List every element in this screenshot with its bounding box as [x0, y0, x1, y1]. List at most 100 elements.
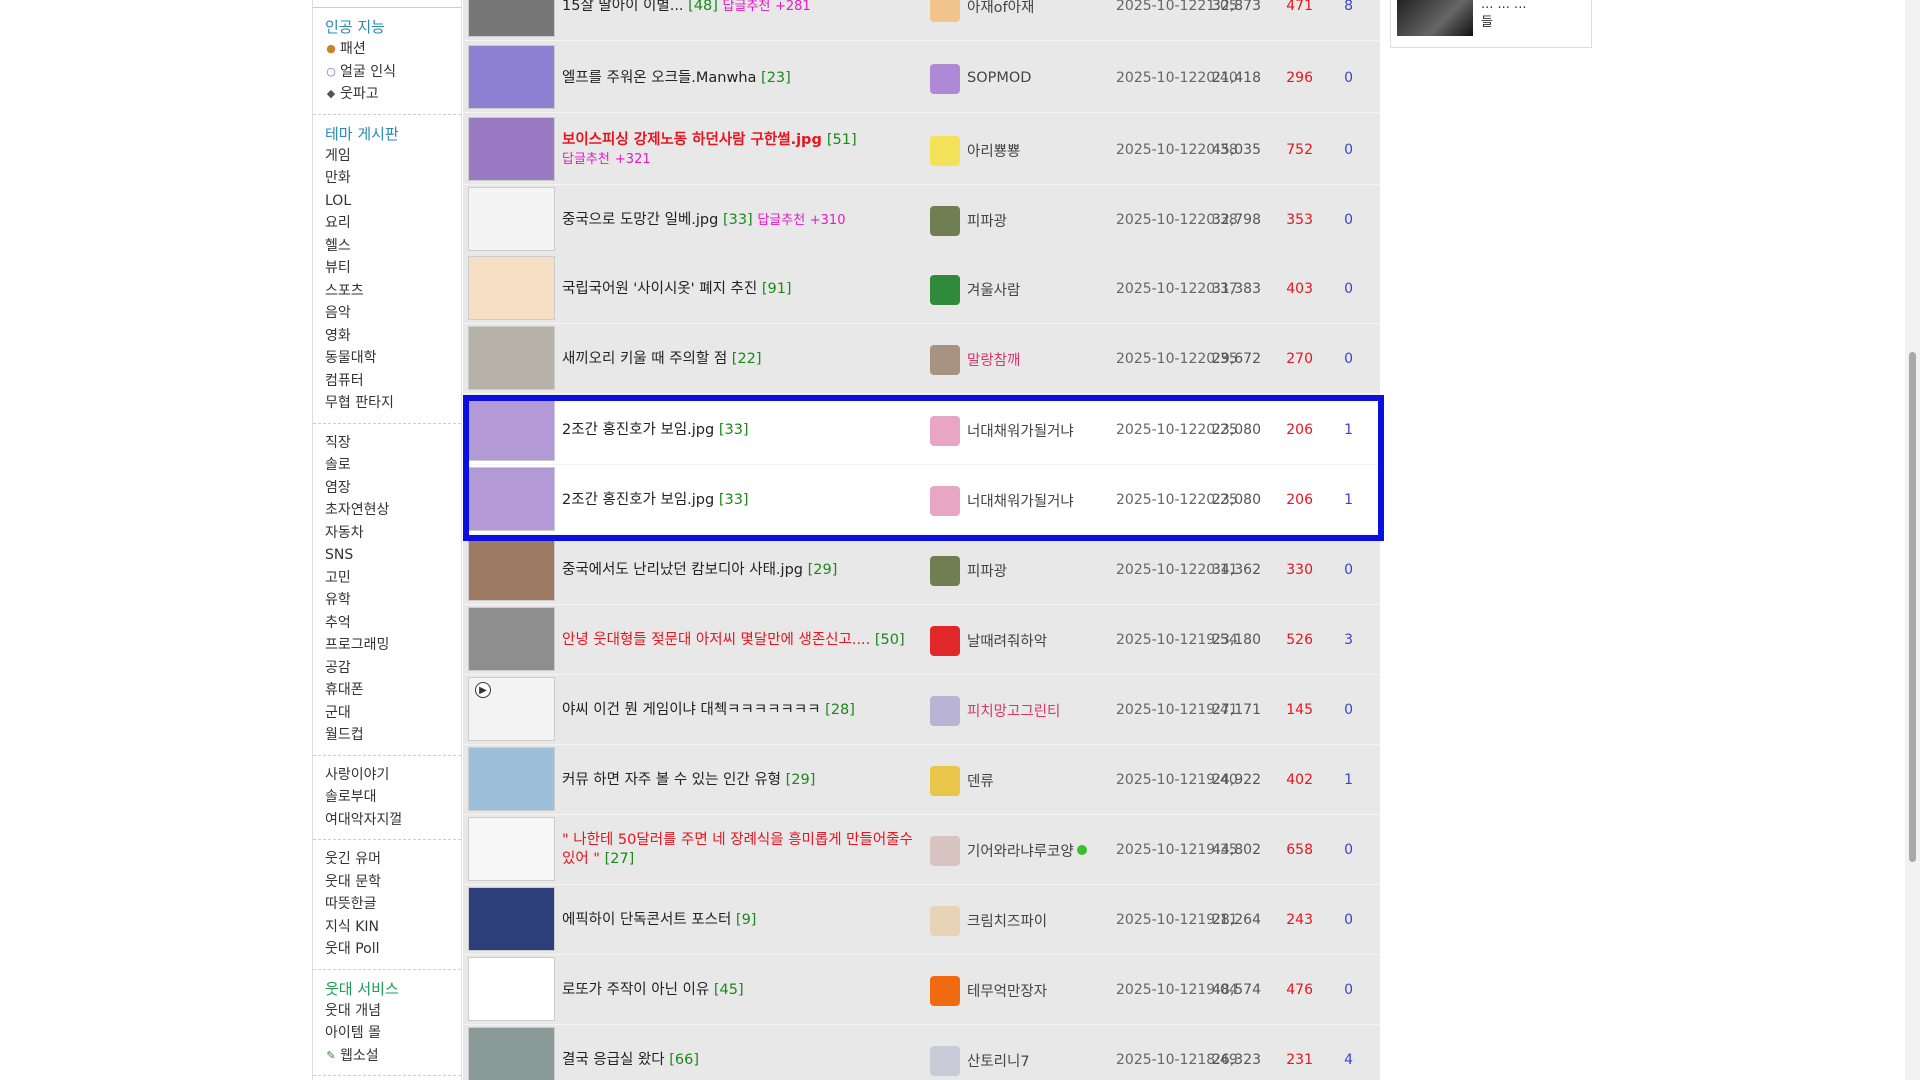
author-name[interactable]: 피파광	[967, 185, 1007, 255]
post-row[interactable]: 2조간 홍진호가 보임.jpg [33] 너대채워가될거냐 2025-10-12 2…	[463, 465, 1380, 535]
sidebar-item[interactable]: 아이템 몰	[325, 1022, 461, 1045]
author-name[interactable]: 기어와라냐루코양	[967, 815, 1087, 885]
sidebar-item[interactable]: SNS	[325, 544, 461, 567]
post-thumbnail[interactable]	[468, 45, 555, 109]
post-row[interactable]: " 나한테 50달러를 주면 네 장례식을 흥미롭게 만들어줄수 있어 " [2…	[463, 815, 1380, 885]
author-name[interactable]: SOPMOD	[967, 43, 1031, 113]
comment-count[interactable]: [45]	[714, 982, 744, 998]
post-title-link[interactable]: 보이스피싱 강제노동 하던사람 구한썰.jpg [51] 답글추천 +321	[562, 115, 917, 185]
sidebar-item[interactable]: 염장	[325, 477, 461, 500]
comment-count[interactable]: [9]	[736, 912, 757, 928]
post-thumbnail[interactable]	[468, 117, 555, 181]
sidebar-item[interactable]: 게임	[325, 145, 461, 168]
post-thumbnail[interactable]	[468, 397, 555, 461]
sidebar-item[interactable]: 솔로	[325, 454, 461, 477]
sidebar-item[interactable]: 웃긴 유머	[325, 848, 461, 871]
author-name[interactable]: 크림치즈파이	[967, 885, 1047, 955]
post-row[interactable]: 15살 딸아이 이별... [48] 답글추천 +281 아재of아재 2025-1…	[463, 0, 1380, 41]
post-thumbnail[interactable]	[468, 537, 555, 601]
sidebar-item[interactable]: 웃대 Poll	[325, 938, 461, 961]
author-avatar[interactable]	[930, 976, 960, 1006]
author-avatar[interactable]	[930, 206, 960, 236]
comment-count[interactable]: [33]	[723, 212, 753, 228]
author-avatar[interactable]	[930, 626, 960, 656]
post-row[interactable]: 엘프를 주워온 오크들.Manwha [23] SOPMOD 2025-10-12 …	[463, 43, 1380, 113]
sidebar-item[interactable]: 웃대 문학	[325, 871, 461, 894]
vertical-scrollbar[interactable]	[1905, 0, 1920, 1080]
comment-count[interactable]: [29]	[786, 772, 816, 788]
comment-count[interactable]: [29]	[808, 562, 838, 578]
comment-count[interactable]: [48]	[688, 0, 718, 14]
author-avatar[interactable]	[930, 696, 960, 726]
post-row[interactable]: 중국으로 도망간 일베.jpg [33] 답글추천 +310 피파광 2025-10…	[463, 185, 1380, 255]
right-box-thumbnail[interactable]	[1397, 0, 1473, 36]
author-name[interactable]: 너대채워가될거냐	[967, 465, 1074, 535]
post-thumbnail[interactable]	[468, 0, 555, 37]
sidebar-item[interactable]: ○ 얼굴 인식	[325, 61, 461, 84]
post-thumbnail[interactable]	[468, 887, 555, 951]
author-name[interactable]: 테무억만장자	[967, 955, 1047, 1025]
author-name[interactable]: 겨울사람	[967, 254, 1020, 324]
post-thumbnail[interactable]	[468, 467, 555, 531]
post-thumbnail[interactable]	[468, 1027, 555, 1080]
post-title-link[interactable]: 엘프를 주워온 오크들.Manwha [23]	[562, 43, 917, 113]
post-row[interactable]: 로또가 주작이 아닌 이유 [45] 테무억만장자 2025-10-12 19:04…	[463, 955, 1380, 1025]
post-title-link[interactable]: 커뮤 하면 자주 볼 수 있는 인간 유형 [29]	[562, 745, 917, 815]
post-thumbnail[interactable]: ▶	[468, 677, 555, 741]
post-title-link[interactable]: 에픽하이 단독콘서트 포스터 [9]	[562, 885, 917, 955]
sidebar-item[interactable]: 군대	[325, 702, 461, 725]
author-name[interactable]: 피파광	[967, 535, 1007, 605]
post-thumbnail[interactable]	[468, 256, 555, 320]
post-row[interactable]: 보이스피싱 강제노동 하던사람 구한썰.jpg [51] 답글추천 +321 아리뿅…	[463, 115, 1380, 185]
post-row[interactable]: 국립국어원 '사이시옷' 폐지 추진 [91] 겨울사람 2025-10-12 20…	[463, 254, 1380, 324]
right-box[interactable]: ... ... ... 들	[1390, 0, 1592, 48]
sidebar-item[interactable]: 공감	[325, 657, 461, 680]
sidebar-item[interactable]: 사랑이야기	[325, 764, 461, 787]
post-row[interactable]: 에픽하이 단독콘서트 포스터 [9] 크림치즈파이 2025-10-12 19:11…	[463, 885, 1380, 955]
sidebar-item[interactable]: 월드컵	[325, 724, 461, 747]
post-row[interactable]: 커뮤 하면 자주 볼 수 있는 인간 유형 [29] 덴류 2025-10-12 1…	[463, 745, 1380, 815]
sidebar-item[interactable]: 헬스	[325, 235, 461, 258]
author-avatar[interactable]	[930, 275, 960, 305]
post-row[interactable]: ▶ 야씨 이건 뭔 게임이냐 대첵ㅋㅋㅋㅋㅋㅋㅋ [28] 피치망고그린티 2025-…	[463, 675, 1380, 745]
sidebar-item[interactable]: 요리	[325, 212, 461, 235]
post-thumbnail[interactable]	[468, 326, 555, 390]
post-row[interactable]: 중국에서도 난리났던 캄보디아 사태.jpg [29] 피파광 2025-10-12…	[463, 535, 1380, 605]
post-title-link[interactable]: 15살 딸아이 이별... [48] 답글추천 +281	[562, 0, 917, 41]
sidebar-item[interactable]: 웃대 개념	[325, 1000, 461, 1023]
sidebar-item[interactable]: 따뜻한글	[325, 893, 461, 916]
post-thumbnail[interactable]	[468, 957, 555, 1021]
author-avatar[interactable]	[930, 836, 960, 866]
sidebar-item[interactable]: 자동차	[325, 522, 461, 545]
author-name[interactable]: 아리뿅뿅	[967, 115, 1020, 185]
author-name[interactable]: 말랑참깨	[967, 324, 1020, 394]
sidebar-item[interactable]: ● 패션	[325, 38, 461, 61]
sidebar-item[interactable]: 뷰티	[325, 257, 461, 280]
comment-count[interactable]: [23]	[761, 70, 791, 86]
post-title-link[interactable]: 안녕 웃대형들 젖문대 아저씨 몇달만에 생존신고.... [50]	[562, 605, 917, 675]
post-title-link[interactable]: 2조간 홍진호가 보임.jpg [33]	[562, 465, 917, 535]
post-title-link[interactable]: 로또가 주작이 아닌 이유 [45]	[562, 955, 917, 1025]
comment-count[interactable]: [33]	[719, 492, 749, 508]
post-thumbnail[interactable]	[468, 747, 555, 811]
post-title-link[interactable]: 2조간 홍진호가 보임.jpg [33]	[562, 395, 917, 465]
post-title-link[interactable]: " 나한테 50달러를 주면 네 장례식을 흥미롭게 만들어줄수 있어 " [2…	[562, 815, 917, 885]
sidebar-item[interactable]: LOL	[325, 190, 461, 213]
sidebar-item[interactable]: 추억	[325, 612, 461, 635]
post-thumbnail[interactable]	[468, 187, 555, 251]
author-name[interactable]: 덴류	[967, 745, 994, 815]
comment-count[interactable]: [33]	[719, 422, 749, 438]
sidebar-item[interactable]: 무협 판타지	[325, 392, 461, 415]
author-avatar[interactable]	[930, 486, 960, 516]
post-title-link[interactable]: 새끼오리 키울 때 주의할 점 [22]	[562, 324, 917, 394]
author-avatar[interactable]	[930, 416, 960, 446]
sidebar-item[interactable]: ✎ 웹소설	[325, 1045, 461, 1068]
comment-count[interactable]: [22]	[732, 351, 762, 367]
post-title-link[interactable]: 국립국어원 '사이시옷' 폐지 추진 [91]	[562, 254, 917, 324]
sidebar-item[interactable]: 유학	[325, 589, 461, 612]
post-title-link[interactable]: 결국 응급실 왔다 [66]	[562, 1025, 917, 1080]
post-row[interactable]: 결국 응급실 왔다 [66] 산토리니7 2025-10-12 18:49 26,32…	[463, 1025, 1380, 1080]
comment-count[interactable]: [27]	[605, 851, 635, 867]
sidebar-item[interactable]: 음악	[325, 302, 461, 325]
sidebar-item[interactable]: 휴대폰	[325, 679, 461, 702]
